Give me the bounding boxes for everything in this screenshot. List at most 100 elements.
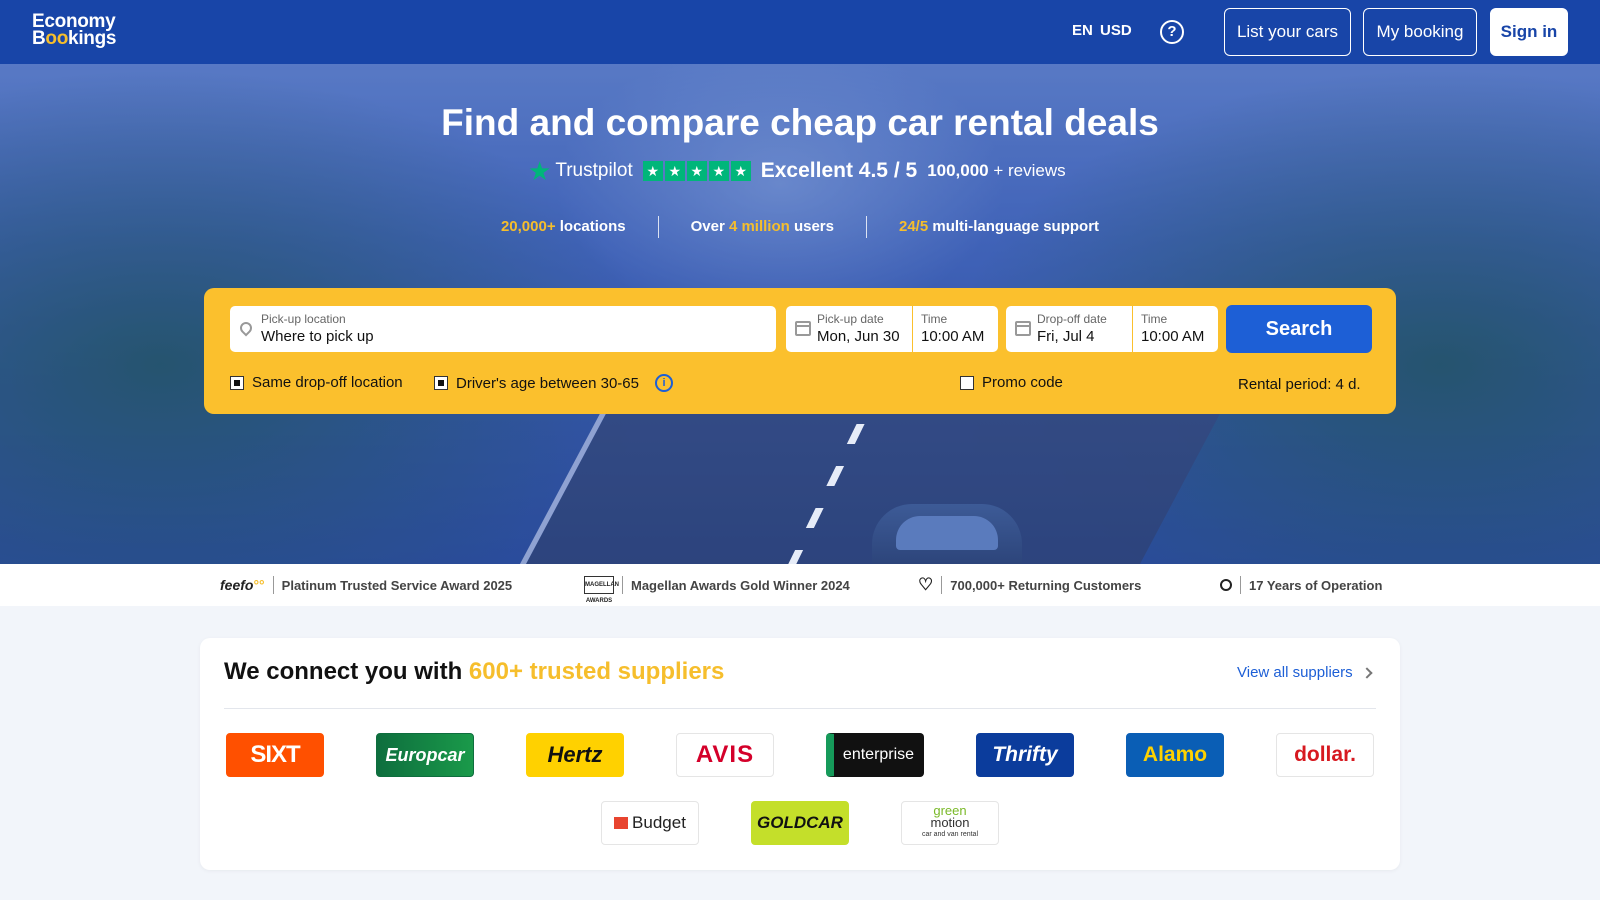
info-icon[interactable]: i <box>654 374 673 392</box>
stat-prefix: Over <box>690 218 729 235</box>
star-icon: ★ <box>686 161 707 181</box>
driver-age-label: Driver's age between 30-65 <box>456 374 639 392</box>
dropoff-date-value: Fri, Jul 4 <box>1037 328 1095 345</box>
sign-in-button[interactable]: Sign in <box>1490 8 1568 56</box>
suppliers-title-prefix: We connect you with <box>224 658 469 685</box>
economy-bookings-logo[interactable]: Economy Bookings <box>32 12 117 49</box>
supplier-logo-hertz[interactable]: Hertz <box>526 733 624 777</box>
calendar-icon <box>1015 321 1031 336</box>
location-pin-icon <box>237 319 255 337</box>
suppliers-card: We connect you with 600+ trusted supplie… <box>200 638 1400 870</box>
award-text: Magellan Awards Gold Winner 2024 <box>631 577 850 593</box>
rating-text: Excellent 4.5 / 5 <box>760 159 918 182</box>
checkbox-checked[interactable] <box>434 376 448 390</box>
dropoff-time-label: Time <box>1141 312 1168 326</box>
stat-value: 4 million <box>728 218 790 235</box>
green-motion-line-2: motion <box>930 815 970 830</box>
award-text: Platinum Trusted Service Award 2025 <box>281 577 513 593</box>
trustpilot-rating[interactable]: ★ Trustpilot ★ ★ ★ ★ ★ Excellent 4.5 / 5… <box>528 156 1066 186</box>
hero-banner: Find and compare cheap car rental deals … <box>0 64 1600 564</box>
pickup-time-field[interactable]: Time 10:00 AM <box>913 306 998 352</box>
supplier-logo-avis[interactable]: AVIS <box>676 733 774 777</box>
feefo-logo: feefo°° <box>220 577 265 593</box>
logo-accent: oo <box>45 28 69 49</box>
pickup-date-label: Pick-up date <box>817 312 884 326</box>
calendar-icon <box>795 321 811 336</box>
promo-code-checkbox[interactable]: Promo code <box>960 374 1063 391</box>
star-icon: ★ <box>528 156 552 186</box>
logo-rest: kings <box>68 28 117 49</box>
medal-icon <box>1220 579 1232 591</box>
pickup-location-label: Pick-up location <box>261 312 346 326</box>
stat-locations: 20,000+ locations <box>469 216 659 238</box>
star-icon: ★ <box>664 161 685 181</box>
stat-value: 20,000+ <box>500 218 556 235</box>
star-icon: ★ <box>642 161 663 181</box>
supplier-logo-budget[interactable]: Budget <box>601 801 699 845</box>
reviews-suffix: + reviews <box>993 161 1066 180</box>
supplier-logo-green-motion[interactable]: green motion car and van rental <box>901 801 999 845</box>
question-circle-icon[interactable]: ? <box>1160 20 1184 44</box>
supplier-logo-thrifty[interactable]: Thrifty <box>976 733 1074 777</box>
award-magellan: MAGELLAN AWARDS Magellan Awards Gold Win… <box>584 564 850 606</box>
award-text: 700,000+ Returning Customers <box>950 577 1142 593</box>
supplier-logo-alamo[interactable]: Alamo <box>1126 733 1224 777</box>
budget-logo-text: Budget <box>632 813 686 832</box>
trustpilot-logo: ★ Trustpilot <box>528 158 633 184</box>
search-button[interactable]: Search <box>1226 305 1372 353</box>
same-dropoff-label: Same drop-off location <box>252 374 403 391</box>
magellan-logo: MAGELLAN AWARDS <box>584 576 619 604</box>
same-dropoff-checkbox[interactable]: Same drop-off location <box>230 374 403 391</box>
stat-value: 24/5 <box>899 218 929 235</box>
view-all-suppliers-link[interactable]: View all suppliers <box>1237 664 1373 681</box>
supplier-logo-europcar[interactable]: Europcar <box>376 733 474 777</box>
stat-text: users <box>789 218 834 235</box>
reviews-count: 100,000 + reviews <box>927 161 1065 181</box>
dropoff-time-field[interactable]: Time 10:00 AM <box>1133 306 1218 352</box>
checkbox-checked[interactable] <box>230 375 244 390</box>
pickup-time-value: 10:00 AM <box>921 328 985 345</box>
suppliers-title: We connect you with 600+ trusted supplie… <box>224 658 724 686</box>
supplier-logo-dollar[interactable]: dollar. <box>1276 733 1374 777</box>
star-icon: ★ <box>708 161 729 181</box>
pickup-location-input[interactable]: Pick-up location Where to pick up <box>230 306 776 352</box>
rating-stars: ★ ★ ★ ★ ★ <box>642 161 751 181</box>
list-your-cars-button[interactable]: List your cars <box>1224 8 1351 56</box>
top-header: Economy Bookings EN USD ? List your cars… <box>0 0 1600 64</box>
stat-text: locations <box>555 218 626 235</box>
pickup-location-placeholder: Where to pick up <box>261 328 374 345</box>
star-icon: ★ <box>730 161 751 181</box>
page-title: Find and compare cheap car rental deals <box>441 102 1159 143</box>
driver-age-checkbox[interactable]: Driver's age between 30-65 i <box>434 374 673 392</box>
supplier-logo-sixt[interactable]: SIXT <box>226 733 324 777</box>
dropoff-time-value: 10:00 AM <box>1141 328 1205 345</box>
logo-letter: B <box>32 28 46 49</box>
supplier-logo-enterprise[interactable]: enterprise <box>826 733 924 777</box>
supplier-logo-goldcar[interactable]: GOLDCAR <box>751 801 849 845</box>
feefo-logo-text: feefo <box>220 577 254 593</box>
checkbox-unchecked[interactable] <box>960 375 974 390</box>
dropoff-date-field[interactable]: Drop-off date Fri, Jul 4 <box>1006 306 1132 352</box>
rental-period: Rental period: 4 d. <box>1238 376 1361 393</box>
currency-selector[interactable]: USD <box>1100 22 1132 39</box>
dropoff-date-label: Drop-off date <box>1037 312 1107 326</box>
promo-code-label: Promo code <box>982 374 1063 391</box>
pickup-time-label: Time <box>921 312 948 326</box>
trustpilot-name: Trustpilot <box>555 160 633 181</box>
my-booking-button[interactable]: My booking <box>1363 8 1477 56</box>
awards-strip: feefo°° Platinum Trusted Service Award 2… <box>0 564 1600 606</box>
award-years: 17 Years of Operation <box>1220 564 1382 606</box>
search-form: Pick-up location Where to pick up Pick-u… <box>204 288 1396 414</box>
hero-content: Find and compare cheap car rental deals … <box>0 64 1600 564</box>
reviews-number: 100,000 <box>927 161 989 180</box>
heart-icon: ♡ <box>918 575 934 594</box>
stat-users: Over 4 million users <box>659 216 867 238</box>
divider <box>224 708 1376 709</box>
view-all-label: View all suppliers <box>1237 664 1353 681</box>
stats-row: 20,000+ locations Over 4 million users 2… <box>0 216 1600 238</box>
award-returning-customers: ♡ 700,000+ Returning Customers <box>918 564 1141 606</box>
pickup-date-field[interactable]: Pick-up date Mon, Jun 30 <box>786 306 912 352</box>
language-selector[interactable]: EN <box>1072 22 1093 39</box>
green-motion-line-3: car and van rental <box>921 831 979 838</box>
chevron-right-icon <box>1360 666 1373 679</box>
